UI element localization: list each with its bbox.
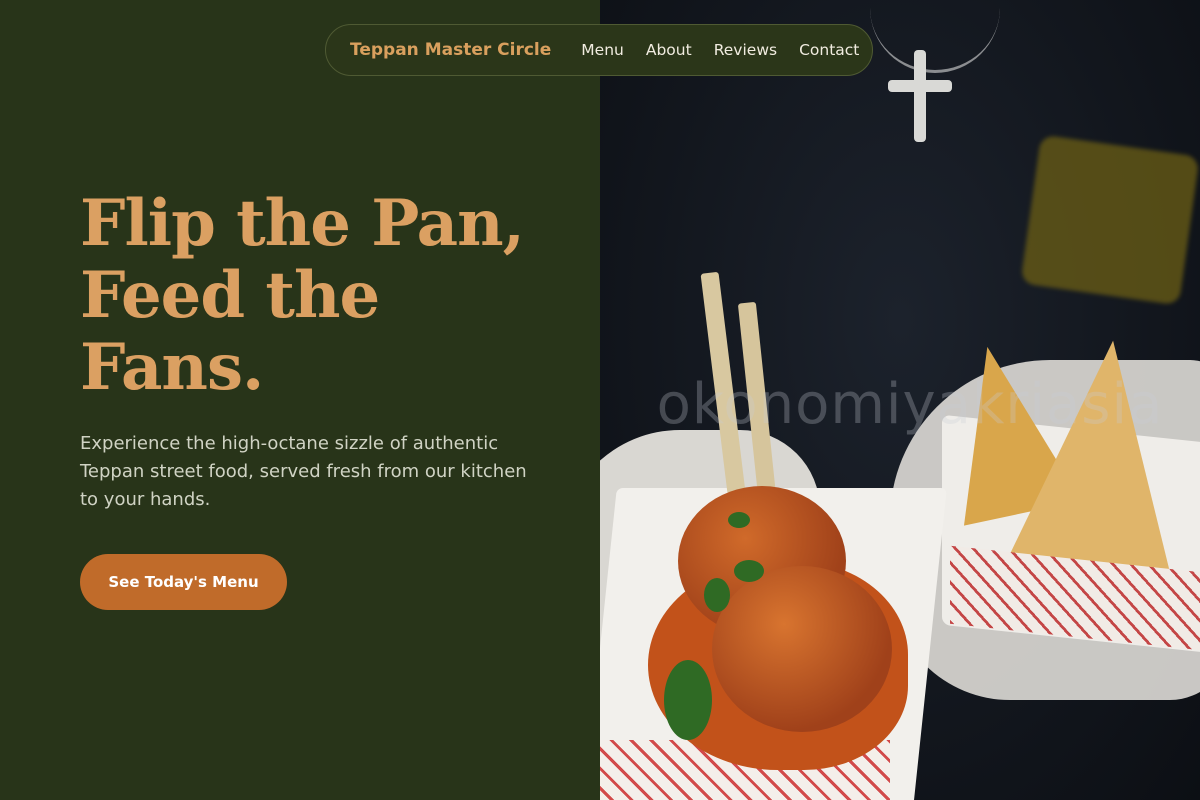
necklace-chain	[870, 0, 1000, 73]
herb-garnish	[734, 560, 764, 582]
nav-links: Menu About Reviews Contact	[581, 41, 859, 59]
top-navigation: Teppan Master Circle Menu About Reviews …	[325, 24, 873, 76]
hero-title-line: Fans.	[80, 330, 264, 405]
hero-title: Flip the Pan, Feed the Fans.	[80, 186, 525, 405]
hero-title-line: Flip the Pan,	[80, 186, 525, 261]
shirt-logo	[1020, 134, 1200, 306]
nav-link-menu[interactable]: Menu	[581, 41, 624, 59]
herb-garnish	[728, 512, 750, 528]
hero-title-line: Feed the	[80, 258, 380, 333]
brand-logo[interactable]: Teppan Master Circle	[350, 40, 551, 60]
meatball	[712, 566, 892, 732]
hero-left-panel: Flip the Pan, Feed the Fans. Experience …	[0, 0, 600, 800]
hero-subtitle: Experience the high-octane sizzle of aut…	[80, 433, 527, 510]
herb-garnish	[664, 660, 712, 740]
cross-pendant-bar	[888, 80, 952, 92]
hero-food-photo: okonomiyakriasia	[600, 0, 1200, 800]
cross-pendant-icon	[914, 50, 926, 142]
nav-link-contact[interactable]: Contact	[799, 41, 859, 59]
see-menu-button[interactable]: See Today's Menu	[80, 554, 287, 610]
nav-link-about[interactable]: About	[646, 41, 692, 59]
nav-link-reviews[interactable]: Reviews	[714, 41, 777, 59]
photo-watermark: okonomiyakriasia	[656, 372, 1164, 437]
herb-garnish	[704, 578, 730, 612]
